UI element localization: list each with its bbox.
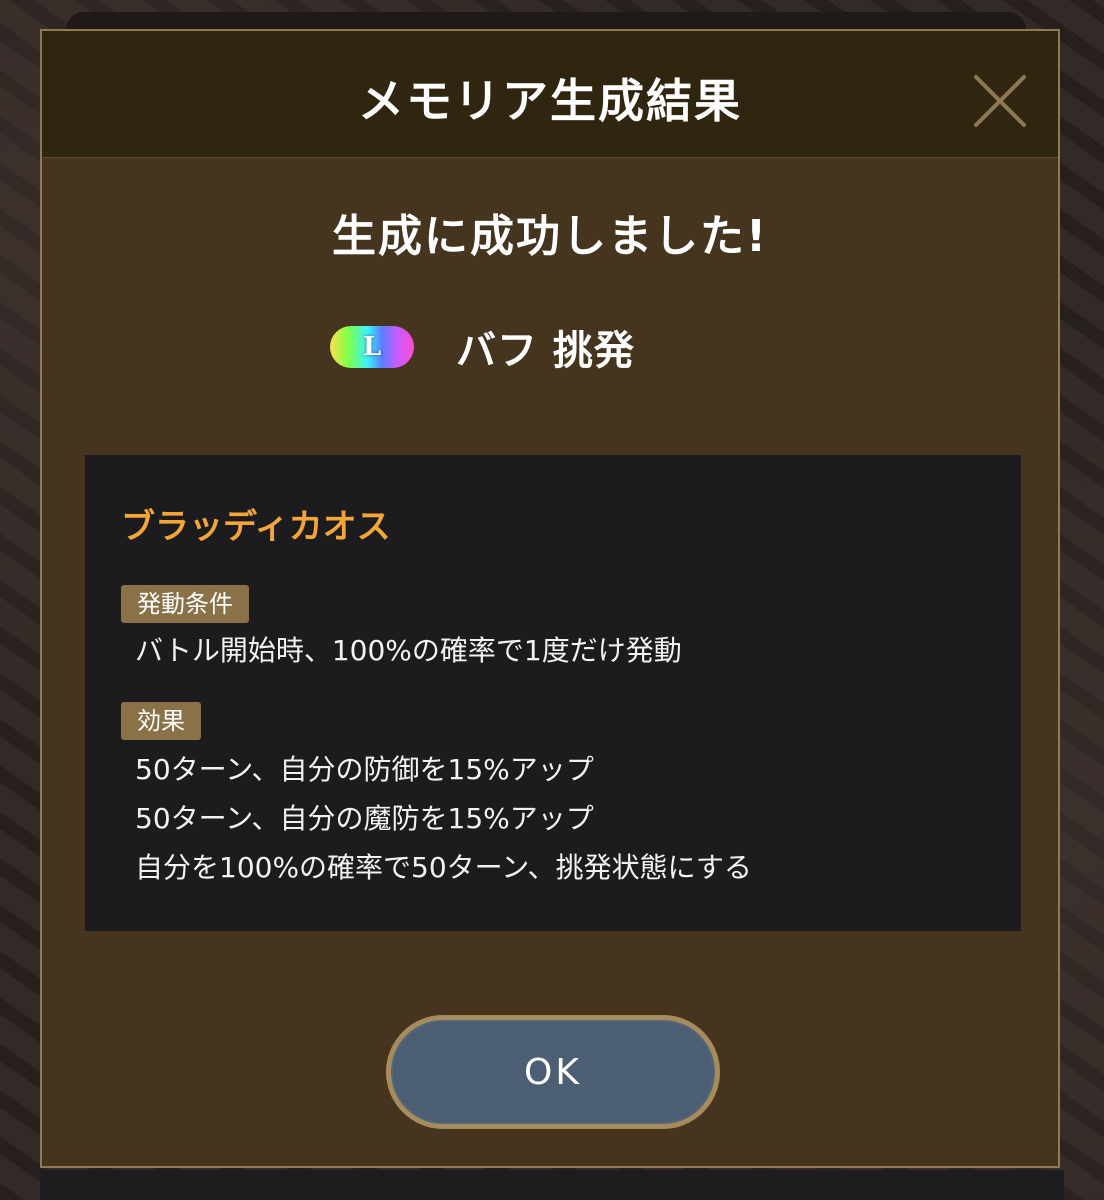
rarity-letter: L: [362, 332, 382, 362]
effect-line: 50ターン、自分の防御を15%アップ: [135, 753, 594, 786]
memoria-name: ブラッディカオス: [121, 507, 391, 547]
dialog-header: メモリア生成結果: [42, 31, 1058, 158]
result-item: L バフ 挑発: [330, 317, 635, 377]
memoria-result-dialog: メモリア生成結果 生成に成功しました! L バフ 挑発 ブラッディカオス 発動条…: [40, 29, 1060, 1168]
close-button[interactable]: [970, 71, 1030, 131]
memoria-detail-panel: ブラッディカオス 発動条件 バトル開始時、100%の確率で1度だけ発動 効果 5…: [85, 455, 1021, 931]
effect-line: 50ターン、自分の魔防を15%アップ: [135, 802, 594, 835]
rarity-badge: L: [330, 326, 414, 368]
close-icon: [974, 75, 1026, 127]
effect-tag: 効果: [121, 702, 201, 740]
dialog-title: メモリア生成結果: [358, 74, 742, 128]
condition-tag: 発動条件: [121, 585, 249, 623]
effect-line: 自分を100%の確率で50ターン、挑発状態にする: [135, 851, 752, 884]
result-name: バフ 挑発: [456, 328, 635, 374]
condition-text: バトル開始時、100%の確率で1度だけ発動: [135, 634, 682, 667]
ok-button[interactable]: OK: [386, 1015, 720, 1129]
background-footer: [40, 1170, 1064, 1200]
success-message: 生成に成功しました!: [331, 211, 769, 262]
